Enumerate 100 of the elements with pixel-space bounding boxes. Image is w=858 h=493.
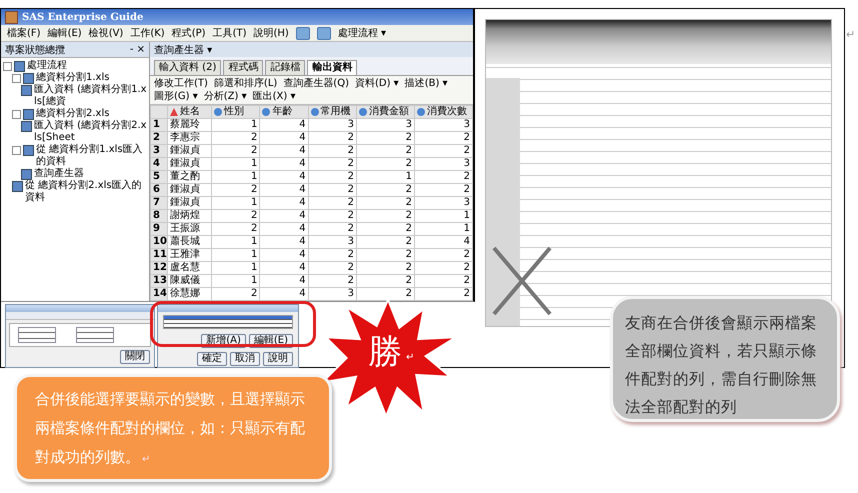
table-cell: 2	[414, 248, 472, 262]
table-cell: 2	[356, 222, 414, 236]
tab[interactable]: 輸入資料 (2)	[154, 60, 222, 75]
tree-item[interactable]: 從 總資料分割2.xls匯入的資料	[25, 180, 147, 204]
table-cell: 鍾淑貞	[168, 158, 212, 170]
menu-item[interactable]: 檔案(F)	[7, 26, 41, 40]
table-cell: 2	[308, 196, 356, 210]
toolbar-button[interactable]: 分析(Z) ▾	[204, 90, 247, 103]
table-cell: 4	[260, 210, 308, 222]
table-cell: 1	[212, 196, 260, 210]
table-cell: 4	[260, 262, 308, 274]
table-cell: 鍾淑貞	[168, 144, 212, 158]
number-type-icon	[417, 108, 425, 116]
table-cell: 4	[260, 132, 308, 144]
feature-note-callout: 合併後能選擇要顯示的變數，且選擇顯示兩檔案條件配對的欄位，如：只顯示有配對成功的列數。↵	[14, 374, 332, 482]
table-cell: 2	[414, 170, 472, 184]
table-cell: 1	[212, 274, 260, 288]
dialog-button[interactable]: 說明	[263, 352, 293, 366]
table-cell: 2	[308, 184, 356, 196]
table-cell: 1	[356, 170, 414, 184]
number-type-icon	[262, 108, 270, 116]
table-cell: 4	[260, 118, 308, 132]
table-cell: 2	[308, 210, 356, 222]
table-cell: 2	[356, 288, 414, 300]
row-number: 3	[150, 144, 168, 158]
row-number: 10	[150, 236, 168, 248]
row-number: 6	[150, 184, 168, 196]
tab[interactable]: 輸出資料	[307, 60, 358, 75]
table-cell: 2	[356, 196, 414, 210]
table-cell: 3	[414, 196, 472, 210]
tree-item[interactable]: 處理流程	[27, 60, 67, 72]
tree-toggle-icon[interactable]	[12, 146, 21, 155]
menu-item[interactable]: 說明(H)	[253, 26, 289, 40]
tree-item[interactable]: 總資料分割1.xls	[36, 72, 110, 84]
table-cell: 4	[260, 236, 308, 248]
table-cell: 1	[414, 210, 472, 222]
toolbar-button[interactable]: 篩選和排序(L)	[214, 77, 278, 90]
table-cell: 2	[414, 274, 472, 288]
tab[interactable]: 記錄檔	[265, 60, 306, 75]
table-cell: 王振源	[168, 222, 212, 236]
table-cell: 3	[308, 236, 356, 248]
table-listbox	[18, 327, 56, 343]
tree-item[interactable]: 查詢產生器	[34, 168, 84, 180]
table-cell: 盧名慧	[168, 262, 212, 274]
menu-item[interactable]: 程式(P)	[172, 26, 206, 40]
pane-controls[interactable]: - ×	[130, 44, 145, 55]
toolbar-icon[interactable]	[316, 26, 331, 40]
toolbar-icon[interactable]	[296, 26, 310, 40]
dataset-icon	[23, 109, 34, 120]
table-cell: 2	[414, 132, 472, 144]
tree-item[interactable]: 總資料分割2.xls	[36, 108, 110, 120]
table-cell: 李惠宗	[168, 132, 212, 144]
toolbar-button[interactable]: 圖形(G) ▾	[154, 90, 198, 103]
column-header[interactable]: 年齡	[260, 106, 308, 118]
column-header[interactable]: 性別	[212, 106, 260, 118]
toolbar-dropdown[interactable]: 處理流程 ▾	[338, 26, 386, 40]
column-header[interactable]: 姓名	[168, 106, 212, 118]
dialog-button[interactable]: 取消	[230, 352, 260, 366]
table-cell: 2	[414, 184, 472, 196]
column-header[interactable]: 常用機	[308, 106, 356, 118]
table-cell: 4	[260, 170, 308, 184]
toolbar-button[interactable]: 資料(D) ▾	[354, 77, 399, 90]
dataset-icon	[21, 121, 32, 132]
close-button[interactable]: 關閉	[120, 350, 150, 364]
dataset-icon	[21, 85, 32, 96]
app-icon	[5, 10, 18, 24]
table-cell: 2	[212, 222, 260, 236]
table-cell: 2	[414, 288, 472, 300]
toolbar-button[interactable]: 描述(B) ▾	[404, 77, 448, 90]
toolbar-button[interactable]: 查詢產生器(Q)	[283, 77, 349, 90]
table-cell: 2	[356, 132, 414, 144]
dialog-button[interactable]: 確定	[197, 352, 227, 366]
menu-item[interactable]: 編輯(E)	[48, 26, 82, 40]
flow-title[interactable]: 查詢產生器 ▾	[154, 42, 212, 56]
menu-item[interactable]: 工作(K)	[130, 26, 165, 40]
menu-item[interactable]: 工具(T)	[212, 26, 246, 40]
table-cell: 2	[356, 236, 414, 248]
tab[interactable]: 程式碼	[223, 60, 264, 75]
table-cell: 2	[356, 144, 414, 158]
join-type-list[interactable]	[163, 315, 293, 329]
row-number: 13	[150, 274, 168, 288]
paragraph-mark: ↵	[406, 352, 414, 363]
number-type-icon	[214, 108, 222, 116]
tree-item[interactable]: 從 總資料分割1.xls匯入的資料	[36, 144, 147, 168]
menu-item[interactable]: 檢視(V)	[88, 26, 124, 40]
table-cell: 2	[308, 170, 356, 184]
tree-item[interactable]: 匯入資料 (總資料分割2.xls[Sheet	[34, 120, 147, 144]
table-cell: 4	[260, 158, 308, 170]
tree-toggle-icon[interactable]	[12, 110, 21, 119]
table-cell: 2	[308, 262, 356, 274]
table-cell: 2	[212, 132, 260, 144]
starburst-label: 勝	[368, 332, 402, 372]
dataset-icon	[12, 181, 23, 192]
toolbar-button[interactable]: 修改工作(T)	[154, 77, 208, 90]
toolbar-button[interactable]: 匯出(X) ▾	[252, 90, 296, 103]
column-header[interactable]: 消費次數	[414, 106, 472, 118]
table-cell: 4	[260, 222, 308, 236]
table-cell: 2	[356, 210, 414, 222]
column-header[interactable]: 消費金額	[356, 106, 414, 118]
tree-item[interactable]: 匯入資料 (總資料分割1.xls[總資	[34, 84, 147, 108]
